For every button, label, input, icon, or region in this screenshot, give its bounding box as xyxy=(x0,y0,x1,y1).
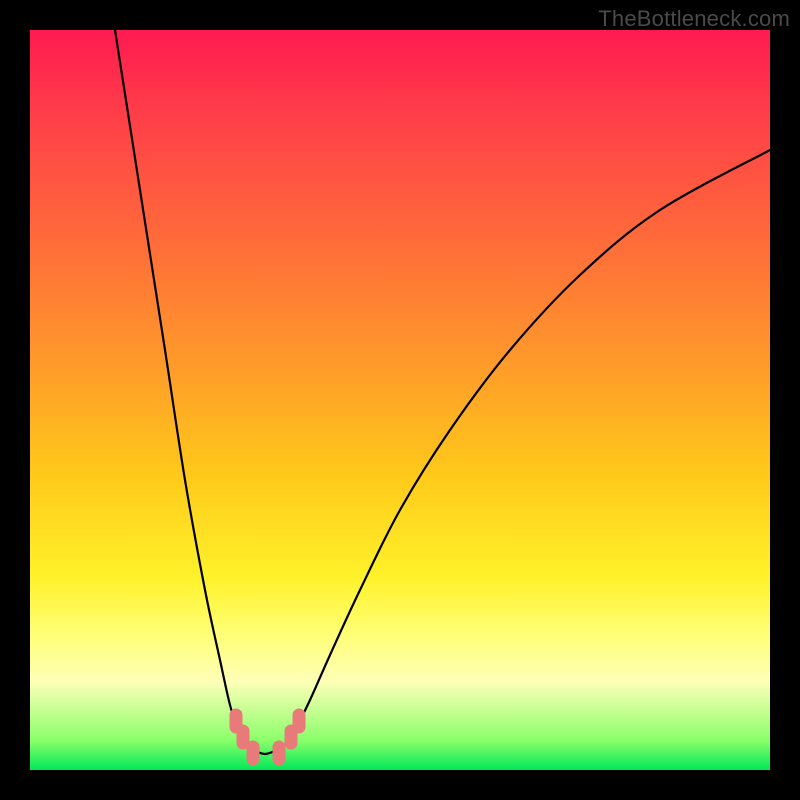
curve-right-branch xyxy=(285,150,770,745)
attribution-text: TheBottleneck.com xyxy=(598,6,790,32)
bottleneck-chart xyxy=(30,30,770,770)
valley-marker xyxy=(247,741,259,765)
valley-marker xyxy=(293,709,305,733)
curve-left-branch xyxy=(115,30,245,745)
valley-marker xyxy=(273,741,285,765)
valley-markers xyxy=(230,709,305,765)
